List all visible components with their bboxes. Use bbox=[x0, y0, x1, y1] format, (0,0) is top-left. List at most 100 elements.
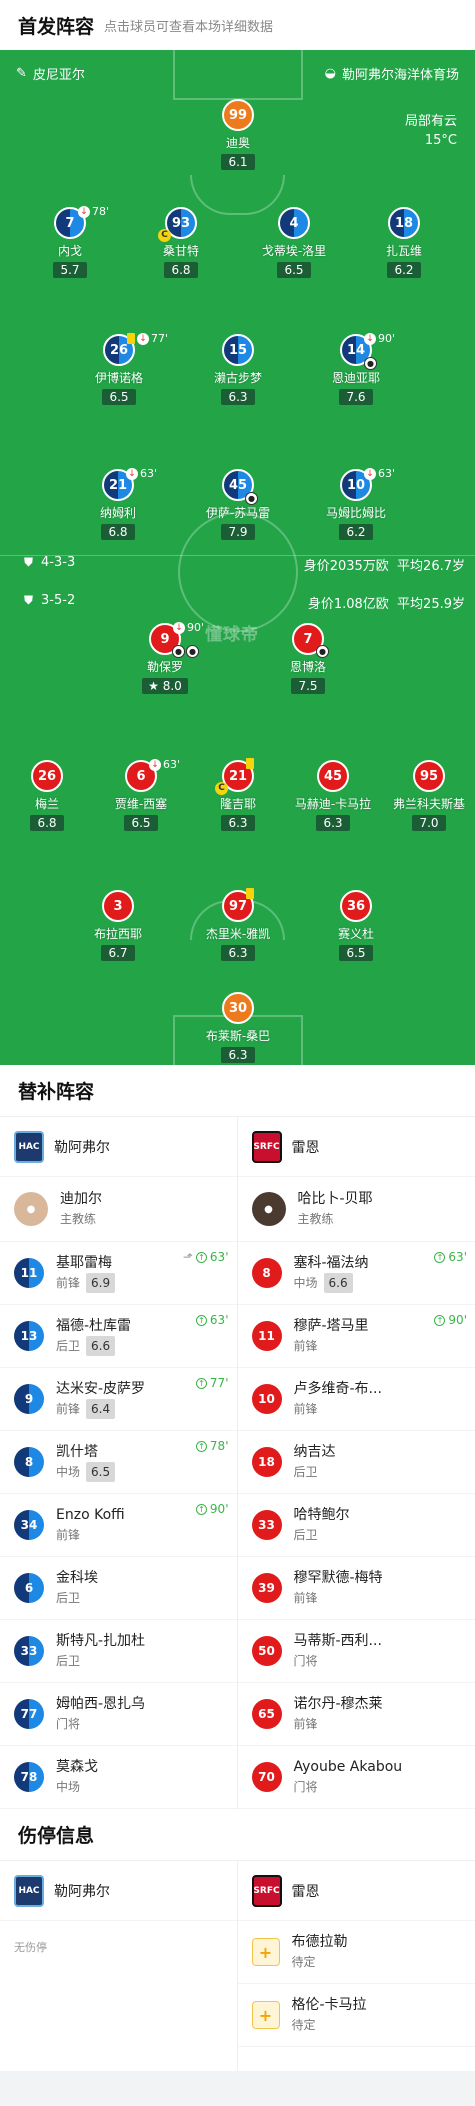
player-name: 隆吉耶 bbox=[219, 797, 256, 811]
away-formation: ⛊ 3-5-2 bbox=[24, 593, 75, 608]
away-player[interactable]: 45 马赫迪-卡马拉 6.3 bbox=[278, 760, 388, 831]
player-name: 达米安-皮萨罗 bbox=[56, 1381, 146, 1397]
player-name: 伊萨-苏马雷 bbox=[205, 506, 271, 520]
player-position: 前锋 bbox=[293, 1402, 318, 1416]
injury-row[interactable]: + 布德拉勒 待定 bbox=[237, 1921, 475, 1984]
coach-role: 主教练 bbox=[60, 1212, 97, 1226]
away-age-text: 平均25.9岁 bbox=[397, 597, 465, 612]
sub-player-row[interactable]: 77 姆帕西-恩扎乌 门将 bbox=[0, 1683, 237, 1746]
home-player[interactable]: 4 戈蒂埃-洛里 6.5 bbox=[239, 207, 349, 278]
player-name: 赛义杜 bbox=[337, 927, 374, 941]
away-coach-row[interactable]: ● 哈比卜-贝耶 主教练 bbox=[237, 1177, 475, 1242]
away-player[interactable]: 3 布拉西耶 6.7 bbox=[63, 890, 173, 961]
player-position: 后卫 bbox=[56, 1654, 81, 1668]
home-coach-row[interactable]: ● 迪加尔 主教练 bbox=[0, 1177, 237, 1242]
away-team-row[interactable]: SRFC 雷恩 bbox=[237, 1861, 475, 1921]
away-player[interactable]: 7 恩博洛 7.5 bbox=[253, 623, 363, 694]
sub-player-row[interactable]: 9 达米安-皮萨罗 前锋 6.4 ↑ 77' bbox=[0, 1368, 237, 1431]
home-player-gk[interactable]: 99 迪奥 6.1 bbox=[183, 99, 293, 170]
sub-in-time: 63' bbox=[209, 1313, 229, 1327]
player-position: 中场 bbox=[56, 1465, 81, 1479]
home-team-row[interactable]: HAC 勒阿弗尔 bbox=[0, 1117, 237, 1177]
sub-player-row[interactable]: 18 纳吉达 后卫 bbox=[237, 1431, 475, 1494]
home-value: 身价2035万欧 平均26.7岁 bbox=[304, 555, 465, 574]
player-position: 后卫 bbox=[293, 1528, 318, 1542]
injury-row[interactable]: + 格伦-卡马拉 待定 bbox=[237, 1984, 475, 2047]
sub-player-row[interactable]: 11 穆萨-塔马里 前锋 ↑ 90' bbox=[237, 1305, 475, 1368]
player-number: 13 bbox=[14, 1321, 44, 1351]
sub-time: 63' bbox=[163, 758, 181, 771]
player-rating: 6.7 bbox=[101, 945, 135, 961]
away-player[interactable]: 95 弗兰科夫斯基 7.0 bbox=[374, 760, 475, 831]
player-number: 65 bbox=[251, 1699, 282, 1729]
home-team-logo: HAC bbox=[14, 1130, 44, 1163]
sub-player-row[interactable]: 50 马蒂斯-西利... 门将 bbox=[237, 1620, 475, 1683]
sub-player-row[interactable]: 65 诺尔丹-穆杰莱 前锋 bbox=[237, 1683, 475, 1746]
sub-in-badge: ↑ 77' bbox=[195, 1376, 229, 1390]
player-rating: 7.5 bbox=[291, 678, 325, 694]
away-player-gk[interactable]: 30 布莱斯-桑巴 6.3 bbox=[183, 992, 293, 1063]
sub-player-row[interactable]: 8 凯什塔 中场 6.5 ↑ 78' bbox=[0, 1431, 237, 1494]
sub-player-row[interactable]: 33 哈特鲍尔 后卫 bbox=[237, 1494, 475, 1557]
player-name: 布拉西耶 bbox=[93, 927, 142, 941]
player-name: 贾维-西塞 bbox=[114, 797, 168, 811]
player-rating: 6.6 bbox=[86, 1336, 116, 1356]
sub-in-badge: ↑ 78' bbox=[195, 1439, 229, 1453]
top-goal-area bbox=[173, 50, 303, 100]
home-player[interactable]: 93 桑甘特 6.8 bbox=[126, 207, 236, 278]
sub-player-row[interactable]: 78 莫森戈 中场 bbox=[0, 1746, 237, 1809]
player-name: Enzo Koffi bbox=[56, 1507, 125, 1523]
sub-player-row[interactable]: 70 Ayoube Akabou 门将 bbox=[237, 1746, 475, 1809]
home-player[interactable]: 18 扎瓦维 6.2 bbox=[349, 207, 459, 278]
player-rating: 6.8 bbox=[101, 524, 135, 540]
player-number: 33 bbox=[14, 1636, 44, 1666]
goal-ball-icon: ● bbox=[186, 645, 199, 658]
player-position: 门将 bbox=[56, 1717, 81, 1731]
away-team-row[interactable]: SRFC 雷恩 bbox=[237, 1117, 475, 1177]
sub-player-row[interactable]: 11 基耶雷梅 前锋 6.9 ⬏ ↑ 63' bbox=[0, 1242, 237, 1305]
player-name: 马蒂斯-西利... bbox=[293, 1633, 382, 1649]
player-position: 前锋 bbox=[293, 1591, 318, 1605]
player-name: 恩博洛 bbox=[289, 660, 326, 674]
sub-event: ↓ 63' bbox=[364, 467, 395, 480]
player-rating: 6.1 bbox=[221, 154, 255, 170]
home-team-row[interactable]: HAC 勒阿弗尔 bbox=[0, 1861, 237, 1921]
coach-role: 主教练 bbox=[297, 1212, 334, 1226]
sub-player-row[interactable]: 8 塞科-福法纳 中场 6.6 ↑ 63' bbox=[237, 1242, 475, 1305]
player-number: 4 bbox=[278, 207, 310, 239]
sub-event: ↓ 90' bbox=[173, 621, 204, 634]
sub-time: 63' bbox=[378, 467, 396, 480]
away-player[interactable]: 97 杰里米-雅凯 6.3 bbox=[183, 890, 293, 961]
sub-event: ↓ 63' bbox=[126, 467, 157, 480]
away-player[interactable]: 21 隆吉耶 6.3 bbox=[183, 760, 293, 831]
sub-player-row[interactable]: 34 Enzo Koffi 前锋 ↑ 90' bbox=[0, 1494, 237, 1557]
goal-ball-icon: ● bbox=[172, 645, 185, 658]
player-name: 伊博诺格 bbox=[94, 371, 143, 385]
sub-player-row[interactable]: 39 穆罕默德-梅特 前锋 bbox=[237, 1557, 475, 1620]
home-player[interactable]: 45 伊萨-苏马雷 7.9 bbox=[183, 469, 293, 540]
sub-in-time: 78' bbox=[209, 1439, 229, 1453]
player-rating: 6.9 bbox=[86, 1273, 116, 1293]
player-position: 前锋 bbox=[56, 1276, 81, 1290]
player-name: 诺尔丹-穆杰莱 bbox=[293, 1696, 383, 1712]
sub-in-icon: ↑ bbox=[195, 1503, 207, 1515]
player-name: 戈蒂埃-洛里 bbox=[261, 244, 327, 258]
away-player[interactable]: 36 赛义杜 6.5 bbox=[301, 890, 411, 961]
sub-player-row[interactable]: 6 金科埃 后卫 bbox=[0, 1557, 237, 1620]
home-subs: HAC 勒阿弗尔 ● 迪加尔 主教练 11 基耶雷梅 前锋 6.9 ⬏ ↑ 63' 13 福德-… bbox=[0, 1117, 238, 1809]
home-player[interactable]: 15 濑古步梦 6.3 bbox=[183, 334, 293, 405]
player-rating: 6.3 bbox=[316, 815, 350, 831]
player-number: 33 bbox=[251, 1510, 282, 1540]
captain-icon: C bbox=[215, 782, 228, 795]
player-name: 穆萨-塔马里 bbox=[293, 1318, 369, 1334]
sub-player-row[interactable]: 13 福德-杜库雷 后卫 6.6 ↑ 63' bbox=[0, 1305, 237, 1368]
player-rating: 6.2 bbox=[339, 524, 373, 540]
player-number: 15 bbox=[222, 334, 254, 366]
sub-player-row[interactable]: 10 卢多维奇-布... 前锋 bbox=[237, 1368, 475, 1431]
venue-text: 勒阿弗尔海洋体育场 bbox=[341, 68, 459, 83]
sub-player-row[interactable]: 33 斯特凡-扎加杜 后卫 bbox=[0, 1620, 237, 1683]
lineup-title: 首发阵容 bbox=[18, 15, 95, 38]
stadium-icon: ◒ bbox=[324, 66, 336, 81]
player-rating: 6.8 bbox=[30, 815, 64, 831]
player-number: 30 bbox=[222, 992, 254, 1024]
